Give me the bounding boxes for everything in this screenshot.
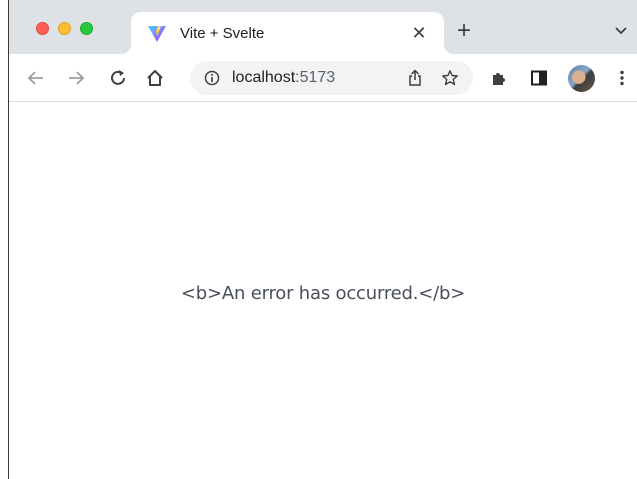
- close-icon[interactable]: ✕: [408, 22, 430, 44]
- window-controls: [36, 22, 93, 35]
- browser-toolbar: localhost:5173: [9, 54, 637, 102]
- tab-vite-svelte[interactable]: Vite + Svelte ✕: [121, 12, 454, 54]
- puzzle-icon[interactable]: [487, 66, 511, 90]
- maximize-window-button[interactable]: [80, 22, 93, 35]
- tab-strip: Vite + Svelte ✕ +: [9, 0, 637, 54]
- error-message: <b>An error has occurred.</b>: [180, 283, 466, 304]
- url-port: :5173: [295, 69, 336, 86]
- minimize-window-button[interactable]: [58, 22, 71, 35]
- url-host: localhost: [232, 69, 296, 86]
- info-icon[interactable]: [204, 70, 220, 86]
- home-icon[interactable]: [143, 66, 167, 90]
- share-icon[interactable]: [406, 69, 424, 87]
- vite-logo-icon: [147, 25, 167, 43]
- back-arrow-icon[interactable]: [24, 66, 48, 90]
- side-panel-icon[interactable]: [527, 66, 551, 90]
- avatar[interactable]: [568, 65, 595, 92]
- tab-title: Vite + Svelte: [180, 25, 265, 42]
- reload-icon[interactable]: [106, 66, 130, 90]
- chevron-down-icon[interactable]: [613, 22, 629, 38]
- kebab-menu-icon[interactable]: [610, 66, 634, 90]
- forward-arrow-icon[interactable]: [64, 66, 88, 90]
- page-content: <b>An error has occurred.</b>: [9, 103, 637, 479]
- plus-icon[interactable]: +: [452, 19, 476, 43]
- close-window-button[interactable]: [36, 22, 49, 35]
- url-text[interactable]: localhost:5173: [232, 69, 335, 87]
- star-icon[interactable]: [441, 69, 459, 87]
- address-bar[interactable]: localhost:5173: [190, 61, 473, 95]
- browser-window: Vite + Svelte ✕ + localhost:5173 <b>An e…: [8, 0, 637, 479]
